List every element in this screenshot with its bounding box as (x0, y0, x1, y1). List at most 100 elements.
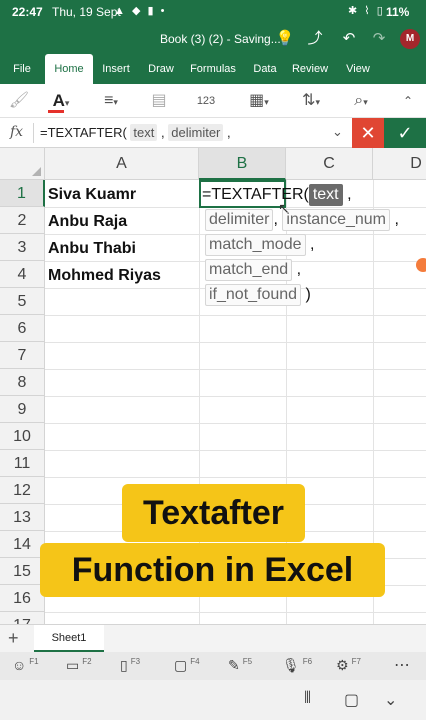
grid-line (45, 612, 426, 613)
cancel-button[interactable]: ✕ (352, 118, 384, 148)
tooltip-close-paren: ) (305, 286, 311, 303)
tab-home[interactable]: Home (45, 54, 93, 84)
font-color-button[interactable]: A▾ (46, 91, 76, 111)
collapse-ribbon-icon[interactable]: ⌃ (400, 91, 416, 111)
row-header[interactable]: 6 (0, 315, 45, 342)
navigation-bar: ⦀ ▢ ⌄ (0, 680, 426, 720)
row-header[interactable]: 8 (0, 369, 45, 396)
tab-data[interactable]: Data (248, 54, 282, 84)
format-painter-icon[interactable]: 🖌 (8, 91, 30, 111)
add-sheet-icon[interactable]: + (8, 628, 19, 649)
table-format-icon[interactable]: ▦▾ (244, 91, 274, 111)
tab-view[interactable]: View (340, 54, 376, 84)
system-icons: ✱ ⌇ ▯ (348, 5, 385, 17)
recent-apps-icon[interactable]: ⦀ (304, 690, 311, 708)
row-header[interactable]: 15 (0, 558, 45, 585)
emoji-icon: ☺ (12, 657, 27, 673)
sort-filter-icon[interactable]: ⇅▾ (296, 91, 326, 111)
keyboard-icon: ▭ (66, 657, 80, 673)
row-header[interactable]: 7 (0, 342, 45, 369)
column-header-d[interactable]: D (373, 148, 426, 180)
emoji-key[interactable]: ☺ F1 (12, 657, 39, 673)
formula-input[interactable]: =TEXTAFTER( text , delimiter , (40, 124, 231, 141)
battery-level: 11% (386, 5, 410, 19)
search-icon[interactable]: ⌕▾ (346, 91, 376, 111)
keyboard-f2[interactable]: ▭ F2 (66, 657, 92, 674)
ribbon-toolbar: 🖌 A▾ ≡▾ ▤ 123 ▦▾ ⇅▾ ⌕▾ ⌃ (0, 84, 426, 118)
scroll-handle[interactable] (416, 258, 426, 272)
column-header-b[interactable]: B (199, 148, 286, 180)
row-header[interactable]: 1 (0, 180, 45, 207)
notification-icons: ▲ ◆ ▮ • (114, 5, 167, 17)
tab-draw[interactable]: Draw (144, 54, 178, 84)
row-header[interactable]: 4 (0, 261, 45, 288)
undo-icon[interactable]: ↶ (338, 28, 360, 50)
keyboard-f5[interactable]: ✎ F5 (228, 657, 252, 674)
tooltip-function: =TEXTAFTER( (202, 186, 309, 203)
wrap-text-icon[interactable]: ▤ (148, 91, 170, 111)
lightbulb-icon[interactable]: 💡 (274, 28, 296, 50)
fx-icon[interactable]: fx (10, 124, 23, 140)
grid-line (45, 342, 426, 343)
cell-a2[interactable]: Anbu Raja (48, 208, 127, 235)
keyboard-f3[interactable]: ▯ F3 (120, 657, 140, 674)
tooltip-comma: , (347, 186, 352, 203)
tooltip-arg-if-not-found: if_not_found (205, 284, 302, 306)
align-button[interactable]: ≡▾ (96, 91, 126, 111)
tooltip-arg-instance-num: instance_num (282, 209, 390, 231)
grid-line (45, 369, 426, 370)
column-header-c[interactable]: C (286, 148, 373, 180)
row-header[interactable]: 2 (0, 207, 45, 234)
row-header[interactable]: 11 (0, 450, 45, 477)
more-icon[interactable]: ⋯ (394, 655, 410, 675)
tooltip-comma: , (296, 261, 302, 278)
number-format-icon[interactable]: 123 (194, 91, 218, 111)
home-icon[interactable]: ▢ (344, 690, 359, 710)
keyboard-f7[interactable]: ⚙ F7 (336, 657, 361, 674)
font-color-swatch (48, 110, 64, 113)
tooltip-comma: , (394, 211, 399, 228)
sheet-tab-sheet1[interactable]: Sheet1 (34, 625, 104, 652)
row-header[interactable]: 3 (0, 234, 45, 261)
row-header[interactable]: 17 (0, 612, 45, 624)
row-header[interactable]: 5 (0, 288, 45, 315)
grid-line (45, 396, 426, 397)
avatar[interactable]: M (400, 29, 420, 49)
cell-a4[interactable]: Mohmed Riyas (48, 262, 161, 289)
keyboard-f6[interactable]: 🎙 F6 (282, 657, 312, 674)
title-banner-line2: Function in Excel (40, 543, 385, 597)
title-banner-line1: Textafter (122, 484, 305, 542)
enter-button[interactable]: ✓ (384, 118, 426, 148)
cell-a3[interactable]: Anbu Thabi (48, 235, 136, 262)
row-header[interactable]: 10 (0, 423, 45, 450)
row-header[interactable]: 14 (0, 531, 45, 558)
title-bar: Book (3) (2) - Saving... 💡 ⤴ ↶ ↷ M (0, 24, 426, 54)
microphone-icon: 🎙 (282, 657, 300, 673)
redo-icon[interactable]: ↷ (368, 28, 390, 50)
tab-file[interactable]: File (6, 54, 38, 84)
row-header[interactable]: 9 (0, 396, 45, 423)
tab-insert[interactable]: Insert (96, 54, 136, 84)
row-header[interactable]: 13 (0, 504, 45, 531)
tab-formulas[interactable]: Formulas (186, 54, 240, 84)
tab-review[interactable]: Review (288, 54, 332, 84)
share-icon[interactable]: ⤴ (304, 28, 326, 50)
formula-prefix: =TEXTAFTER( (40, 125, 127, 140)
row-header[interactable]: 12 (0, 477, 45, 504)
ribbon-tabs: File Home Insert Draw Formulas Data Revi… (0, 54, 426, 84)
keyboard-f4[interactable]: ▢ F4 (174, 657, 200, 674)
chevron-down-icon[interactable]: ⌄ (332, 124, 343, 140)
tooltip-arg-match-mode: match_mode (205, 234, 306, 256)
column-header-a[interactable]: A (45, 148, 199, 180)
mouse-cursor-icon: ↖ (278, 200, 290, 216)
formula-divider (33, 123, 34, 143)
gear-icon: ⚙ (336, 657, 349, 673)
formula-tooltip-line: if_not_found ) (205, 284, 311, 306)
cell-a1[interactable]: Siva Kuamr (48, 181, 136, 208)
formula-bar: fx =TEXTAFTER( text , delimiter , ⌄ ✕ ✓ (0, 118, 426, 148)
back-icon[interactable]: ⌄ (384, 690, 397, 710)
select-all-corner[interactable] (0, 148, 45, 180)
formula-sep: , (227, 125, 231, 140)
row-header[interactable]: 16 (0, 585, 45, 612)
grid-line (45, 423, 426, 424)
